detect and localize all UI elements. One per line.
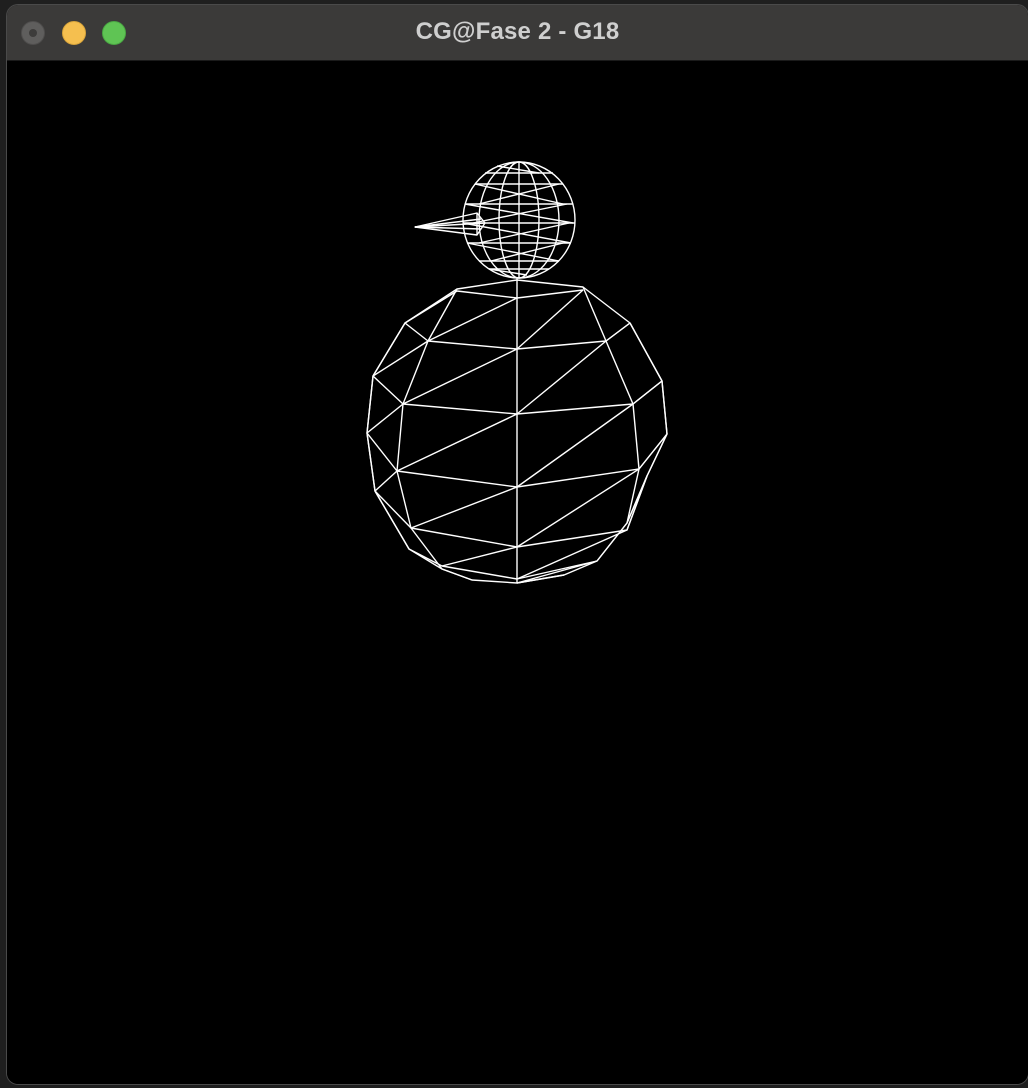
window-title: CG@Fase 2 - G18	[415, 18, 620, 45]
beak-cone	[414, 212, 486, 236]
wireframe-scene	[366, 161, 668, 584]
head-sphere	[462, 161, 576, 279]
body-sphere	[366, 277, 668, 584]
body-ring-1	[456, 289, 584, 299]
body-ring-6	[408, 548, 598, 580]
gl-viewport[interactable]	[7, 61, 1028, 1084]
window-titlebar[interactable]: CG@Fase 2 - G18	[7, 5, 1028, 61]
app-window: CG@Fase 2 - G18	[7, 5, 1028, 1084]
desktop-background: CG@Fase 2 - G18	[0, 0, 1028, 1088]
